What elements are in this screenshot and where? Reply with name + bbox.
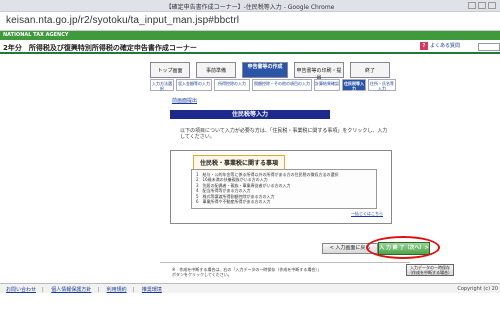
substep-label: 入力方法選択 xyxy=(152,81,172,91)
close-icon[interactable] xyxy=(488,2,496,9)
window-controls[interactable] xyxy=(466,2,496,10)
step-label: 申告書等の作成 xyxy=(247,64,283,70)
step-top: トップ画面 xyxy=(150,62,190,78)
back-link[interactable]: 前画面提出 xyxy=(172,97,197,104)
copyright: Copyright (c) 20 xyxy=(457,286,498,292)
substep-label: 住所・氏名等入力 xyxy=(370,81,394,91)
maximize-icon[interactable] xyxy=(478,2,486,9)
window-titlebar: 【確定申告書作成コーナー】-住民税等入力 - Google Chrome xyxy=(0,0,500,12)
section-title: 住民税等入力 xyxy=(170,110,330,119)
red-highlight-circle xyxy=(366,236,440,259)
substep-result: 計算結果確認 xyxy=(314,79,340,91)
url-text[interactable]: keisan.nta.go.jp/r2/syotoku/ta_input_man… xyxy=(6,15,239,26)
faq-link[interactable]: ? よくある質問 xyxy=(420,42,460,50)
temporary-save-button[interactable]: 入力データの一時保存（作成を中断する場合） xyxy=(406,264,454,276)
substep-tax-credit: 税額控除・その他の項目の入力 xyxy=(252,79,312,91)
agency-banner: NATIONAL TAX AGENCY xyxy=(0,31,500,40)
substep-label: 収入金額等の入力 xyxy=(178,81,210,86)
agency-logo: NATIONAL TAX AGENCY xyxy=(3,32,69,38)
substep-label: 住民税等入力 xyxy=(344,81,364,91)
item-list: 1 給与・公的年金等に係る所得以外の所得がある方の住民税の徴収方法の選択 2 1… xyxy=(191,169,377,209)
minimize-icon[interactable] xyxy=(468,2,476,9)
substep-method: 入力方法選択 xyxy=(150,79,174,91)
footer: お問い合わせ | 個人情報保護方針 | 利用規約 | 推奨環境 Copyright (… xyxy=(0,283,500,293)
substep-income: 収入金額等の入力 xyxy=(176,79,212,91)
panel-link[interactable]: 一括じくはこちら xyxy=(351,211,383,217)
substep-label: 税額控除・その他の項目の入力 xyxy=(254,81,310,86)
instruction-text: 以下の項目について入力が必要な方は、「住民税・事業税に関する事項」をクリックし、… xyxy=(180,128,388,140)
page-bottom xyxy=(0,293,500,311)
question-icon: ? xyxy=(420,42,428,50)
substep-resident-tax: 住民税等入力 xyxy=(342,79,366,91)
header-search-box[interactable] xyxy=(478,43,500,51)
divider xyxy=(160,262,410,263)
substep-deduction: 所得控除の入力 xyxy=(214,79,250,91)
faq-label[interactable]: よくある質問 xyxy=(430,43,460,49)
step-prep: 事前準備 xyxy=(196,62,236,78)
page-header: 2年分 所得税及び復興特別所得税の確定申告書作成コーナー ? よくある質問 xyxy=(0,40,500,54)
list-item: 6 事業所得や不動産所得がある方の入力 xyxy=(196,199,271,205)
step-label: 事前準備 xyxy=(205,68,226,74)
resident-tax-panel: 住民税・事業税に関する事項 1 給与・公的年金等に係る所得以外の所得がある方の住… xyxy=(170,150,392,224)
step-label: 終了 xyxy=(364,68,375,74)
step-create: 申告書等の作成 xyxy=(242,62,288,78)
step-print: 申告書等の印刷・提出 xyxy=(294,62,344,81)
substep-address: 住所・氏名等入力 xyxy=(368,79,396,91)
save-note: ※ 作成を中断する場合は、右の「入力データの一時保存（作成を中断する場合）」ボタ… xyxy=(172,267,322,277)
address-bar[interactable]: keisan.nta.go.jp/r2/syotoku/ta_input_man… xyxy=(0,12,500,31)
step-label: トップ画面 xyxy=(157,68,183,74)
substep-label: 計算結果確認 xyxy=(315,81,339,86)
footer-links: お問い合わせ | 個人情報保護方針 | 利用規約 | 推奨環境 xyxy=(6,286,168,293)
step-finish: 終了 xyxy=(350,62,390,78)
substep-label: 所得控除の入力 xyxy=(218,81,246,86)
window-title: 【確定申告書作成コーナー】-住民税等入力 - Google Chrome xyxy=(165,4,335,11)
page-title: 2年分 所得税及び復興特別所得税の確定申告書作成コーナー xyxy=(3,44,197,52)
resident-tax-button[interactable]: 住民税・事業税に関する事項 xyxy=(193,155,286,170)
